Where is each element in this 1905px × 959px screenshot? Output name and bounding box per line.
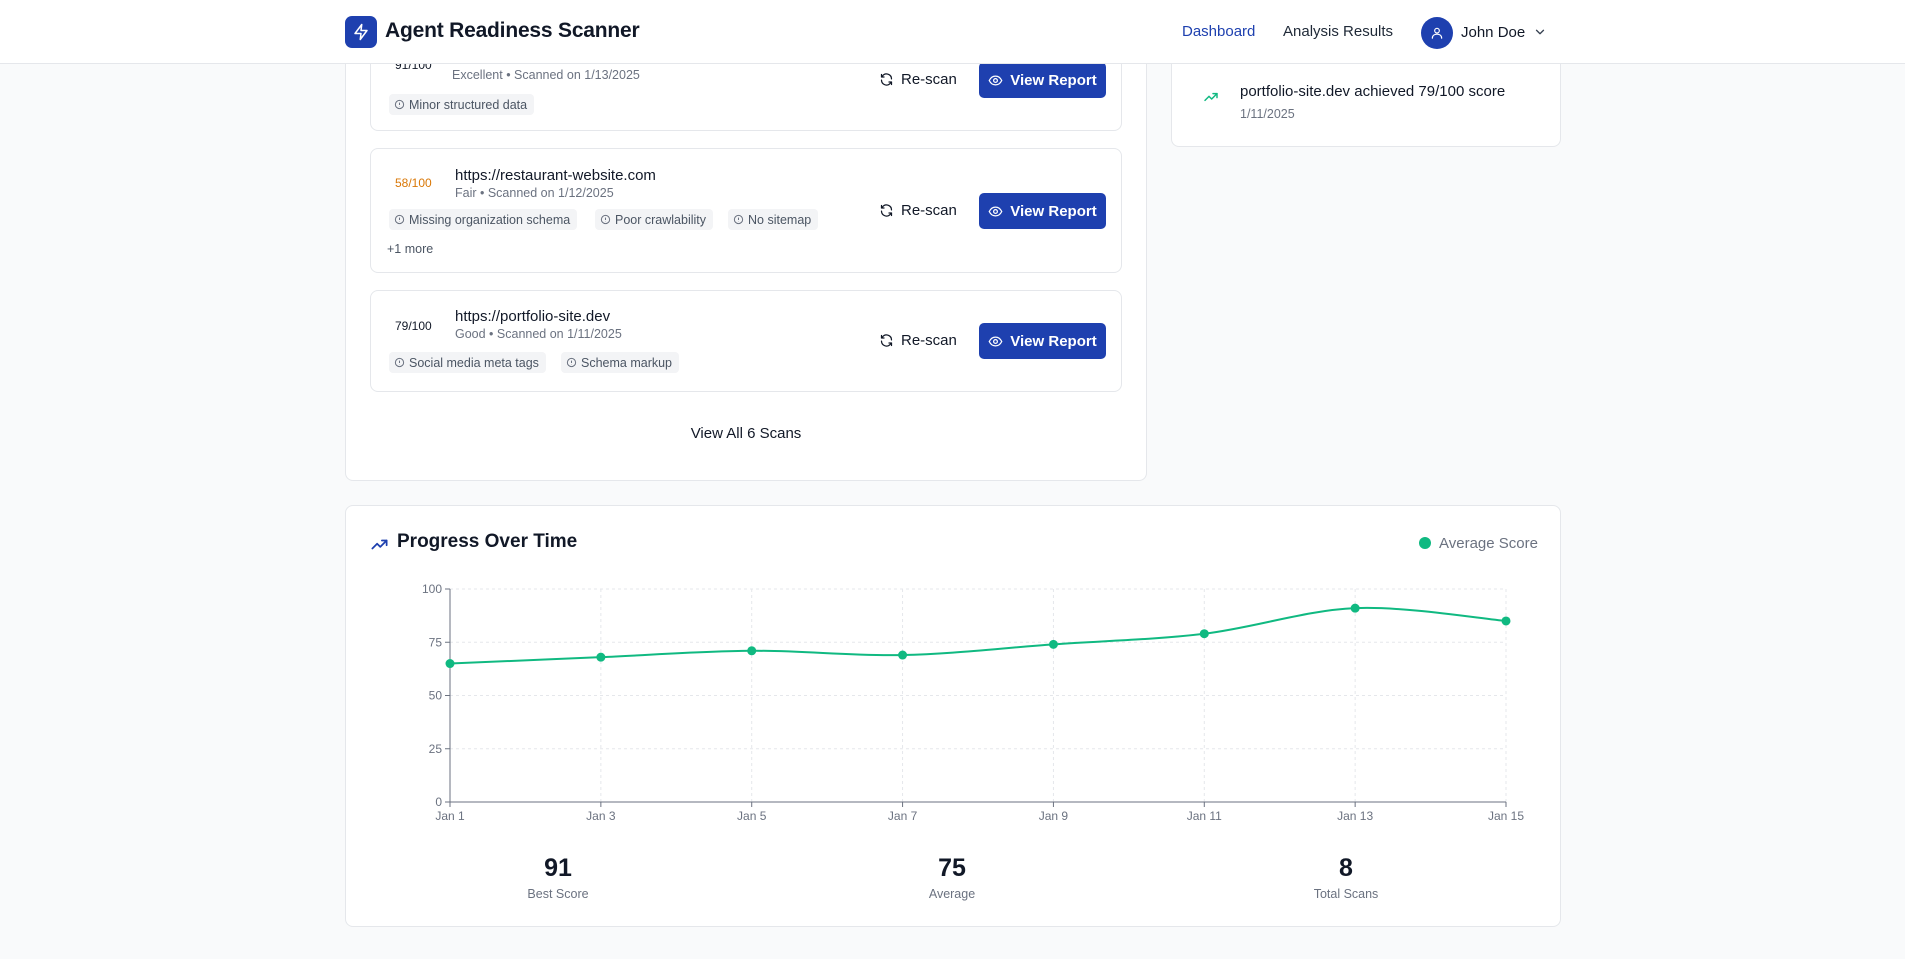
- x-tick-label: Jan 11: [1187, 809, 1222, 823]
- stat-best-score-label: Best Score: [527, 887, 589, 901]
- y-tick-label: 50: [429, 689, 443, 703]
- y-tick-label: 0: [435, 795, 442, 809]
- y-tick-label: 25: [429, 742, 443, 756]
- data-point: [596, 652, 606, 662]
- data-point: [898, 650, 908, 660]
- x-tick-label: Jan 13: [1337, 809, 1373, 823]
- data-point: [1199, 629, 1209, 639]
- data-point: [1048, 639, 1058, 649]
- chevron-down-icon[interactable]: [1533, 25, 1547, 39]
- user-name[interactable]: John Doe: [1461, 24, 1525, 41]
- stat-total-scans-label: Total Scans: [1313, 887, 1379, 901]
- app-title[interactable]: Agent Readiness Scanner: [385, 19, 640, 43]
- series-line-average-score: [449, 606, 1507, 665]
- x-tick-label: Jan 1: [435, 809, 465, 823]
- user-avatar-icon[interactable]: [1421, 17, 1453, 49]
- stat-total-scans-value: 8: [1339, 854, 1353, 882]
- data-point: [1350, 603, 1360, 613]
- data-point: [747, 646, 757, 656]
- x-tick-label: Jan 7: [888, 809, 918, 823]
- stat-average-value: 75: [938, 854, 966, 882]
- x-tick-label: Jan 5: [737, 809, 767, 823]
- y-tick-label: 100: [422, 582, 442, 596]
- nav-analysis-results[interactable]: Analysis Results: [1283, 23, 1393, 40]
- x-tick-label: Jan 9: [1039, 809, 1069, 823]
- data-point: [445, 659, 455, 669]
- x-tick-label: Jan 15: [1488, 809, 1524, 823]
- lightning-logo-icon[interactable]: [345, 16, 377, 48]
- progress-line-chart: 0 25 50 75 100 Jan 1 Jan 3 Jan 5 Jan 7 Jan 9 Jan 1…: [422, 582, 1524, 823]
- x-tick-label: Jan 3: [586, 809, 616, 823]
- y-tick-label: 75: [429, 635, 443, 649]
- nav-dashboard[interactable]: Dashboard: [1182, 23, 1255, 40]
- stat-best-score-value: 91: [544, 854, 572, 882]
- stat-average-label: Average: [928, 887, 976, 901]
- top-header: Agent Readiness Scanner Dashboard Analys…: [0, 0, 1905, 64]
- data-point: [1501, 616, 1511, 626]
